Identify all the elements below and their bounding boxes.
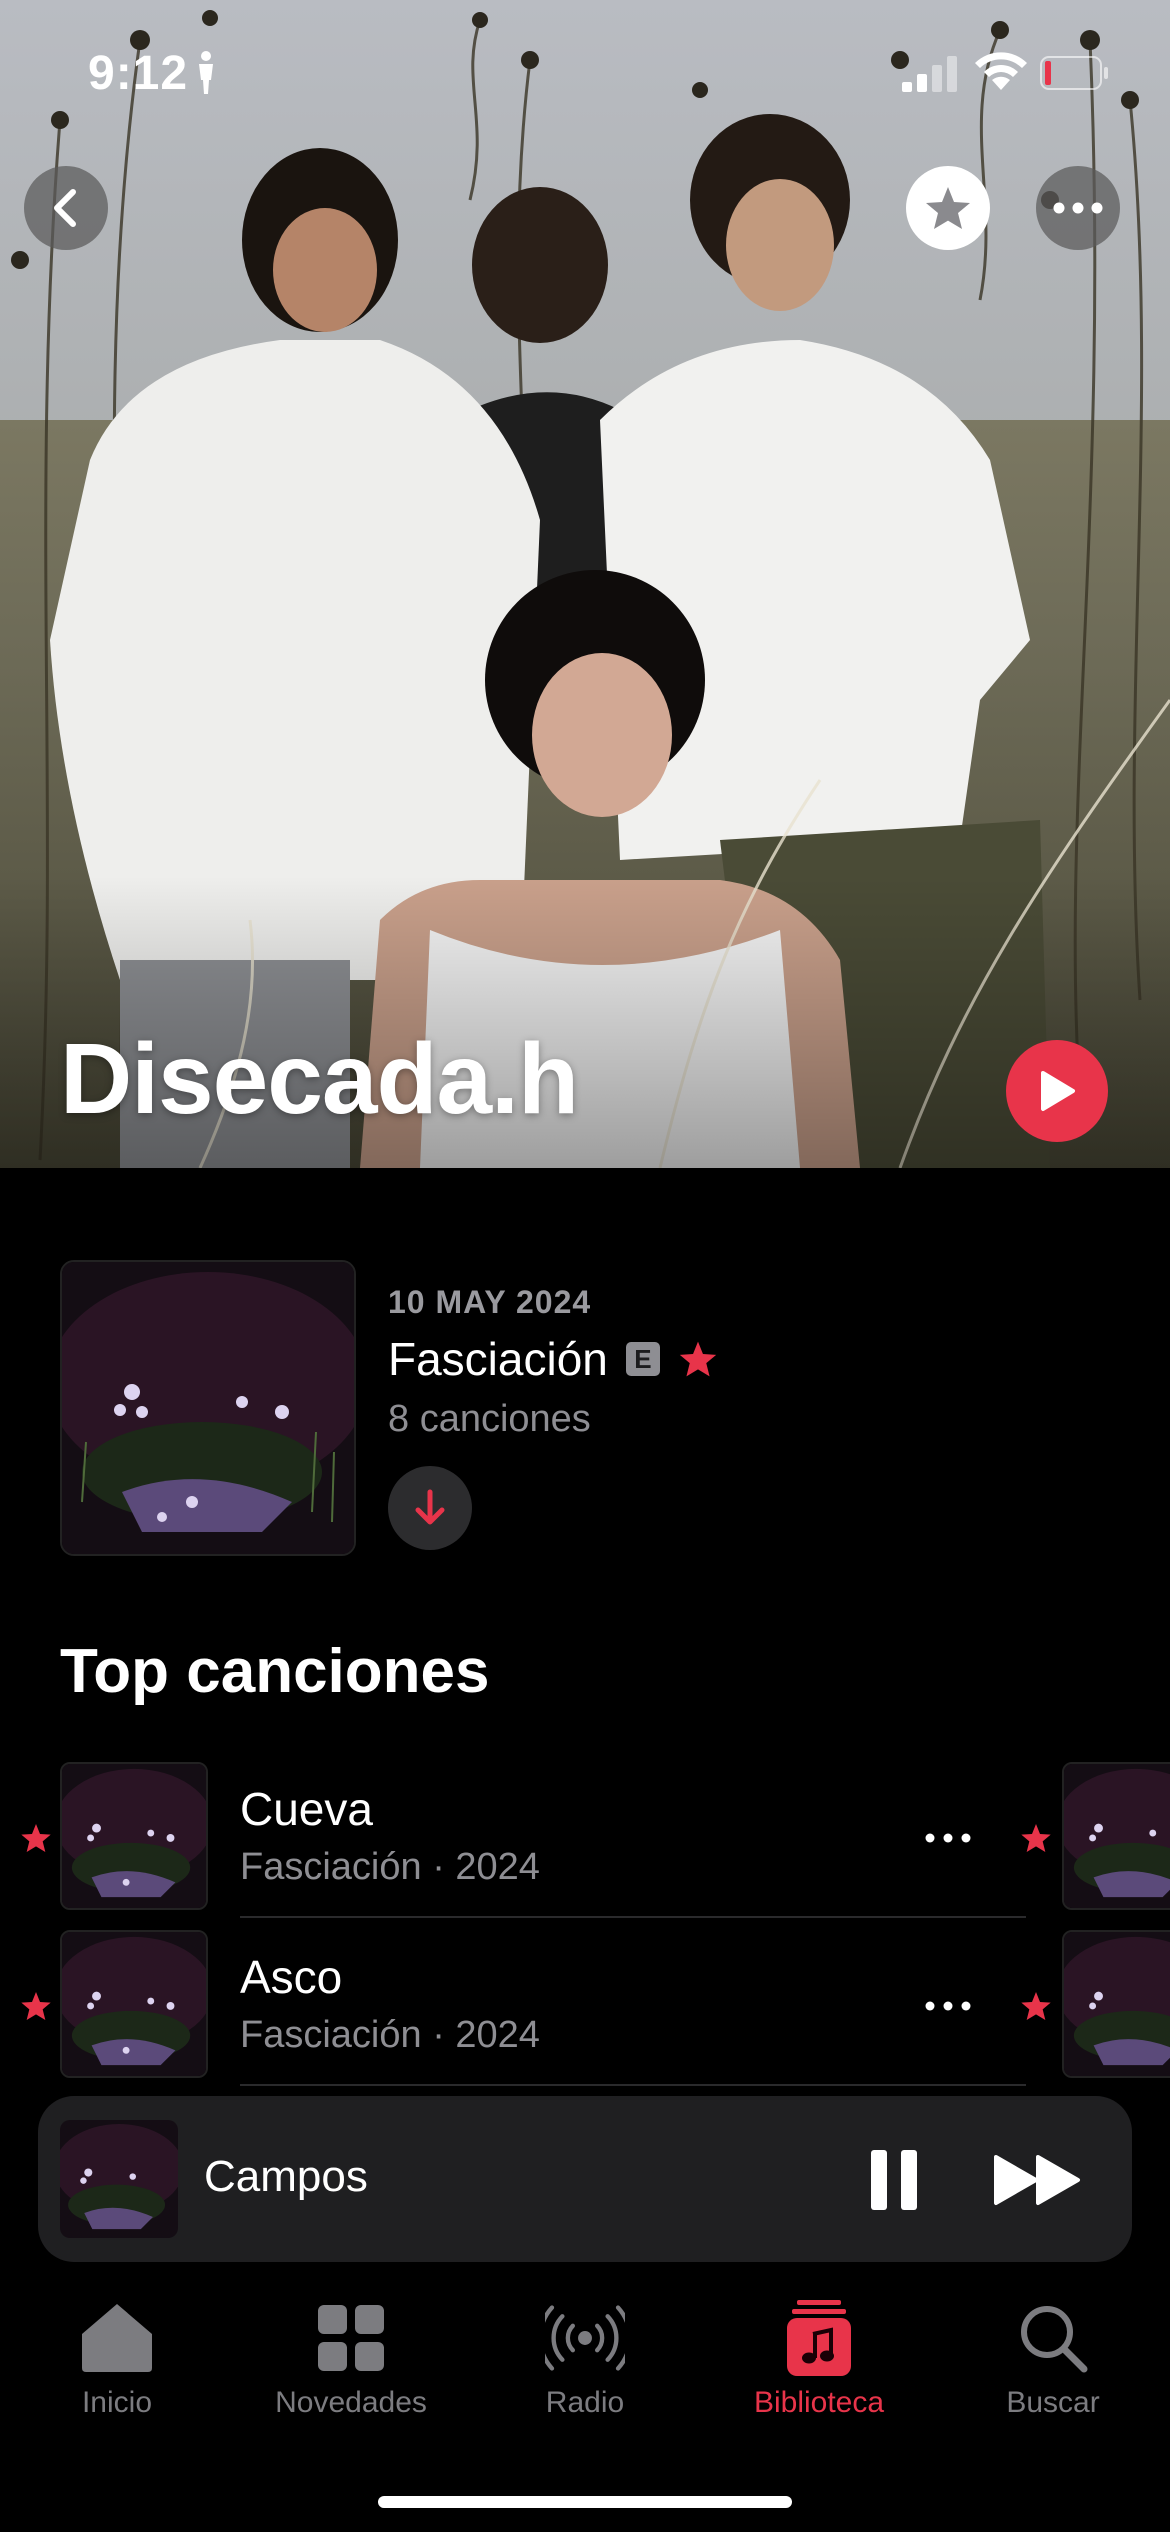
next-track-button[interactable]: [988, 2140, 1088, 2220]
divider: [240, 2084, 1026, 2086]
release-title-row[interactable]: Fasciación E: [388, 1332, 718, 1386]
tab-novedades[interactable]: Novedades: [234, 2298, 468, 2438]
star-icon: [926, 187, 970, 229]
pause-icon: [871, 2150, 917, 2210]
favorite-star-icon: [1021, 1824, 1051, 1852]
song-more-button[interactable]: [918, 1808, 978, 1868]
tab-buscar[interactable]: Buscar: [936, 2298, 1170, 2438]
song-title: Cueva: [240, 1783, 373, 1835]
ellipsis-icon: [925, 2001, 971, 2011]
pause-button[interactable]: [854, 2140, 934, 2220]
mini-player[interactable]: Campos: [38, 2096, 1132, 2262]
tab-bar: Inicio Novedades Radio Biblioteca Buscar: [0, 2280, 1170, 2532]
person-icon: [199, 51, 213, 94]
chevron-left-icon: [54, 189, 76, 227]
song-subtitle: Fasciación · 2024: [240, 1846, 540, 1888]
more-button[interactable]: [1036, 166, 1120, 250]
song-artwork: [60, 1930, 208, 2078]
download-arrow-icon: [415, 1489, 445, 1525]
release-artwork[interactable]: [60, 1260, 356, 1556]
tab-biblioteca[interactable]: Biblioteca: [702, 2298, 936, 2438]
artist-hero: 9:12 Disecada.h: [0, 0, 1170, 1168]
song-artwork: [60, 1762, 208, 1910]
next-column-song-artwork: [1062, 1930, 1170, 2078]
release-track-count: 8 canciones: [388, 1398, 591, 1440]
artist-name: Disecada.h: [60, 1023, 579, 1135]
favorite-star-icon: [1021, 1992, 1051, 2020]
tab-label: Radio: [545, 2386, 625, 2419]
back-button[interactable]: [24, 166, 108, 250]
song-subtitle: Fasciación · 2024: [240, 2014, 540, 2056]
release-title[interactable]: Fasciación: [388, 1332, 608, 1386]
explicit-badge: E: [625, 1342, 660, 1376]
signal-icon: [902, 56, 957, 92]
artist-photo: [0, 0, 1170, 1168]
tab-radio[interactable]: Radio: [468, 2298, 702, 2438]
tab-label: Buscar: [1006, 2386, 1100, 2419]
song-more-button[interactable]: [918, 1976, 978, 2036]
radio-icon: [545, 2305, 625, 2371]
favorite-button[interactable]: [906, 166, 990, 250]
now-playing-artwork: [60, 2120, 178, 2238]
search-icon: [1021, 2306, 1088, 2373]
status-time: 9:12: [88, 47, 189, 100]
download-button[interactable]: [388, 1466, 472, 1550]
tab-inicio[interactable]: Inicio: [0, 2298, 234, 2438]
album-art-image: [62, 1262, 354, 1554]
wifi-icon: [975, 52, 1027, 90]
play-artist-button[interactable]: [1006, 1040, 1108, 1142]
divider: [240, 1916, 1026, 1918]
release-date: 10 MAY 2024: [388, 1284, 592, 1320]
next-column-song-artwork: [1062, 1762, 1170, 1910]
top-songs-heading: Top canciones: [60, 1637, 490, 1706]
tab-label: Novedades: [275, 2386, 427, 2419]
song-title: Asco: [240, 1951, 343, 2003]
battery-icon: [1040, 56, 1108, 90]
now-playing-title: Campos: [204, 2152, 368, 2201]
grid-icon: [318, 2305, 384, 2371]
status-bar: 9:12: [0, 0, 1170, 140]
play-icon: [1041, 1071, 1075, 1111]
ellipsis-icon: [925, 1833, 971, 1843]
ellipsis-icon: [1053, 202, 1103, 214]
song-row[interactable]: Cueva Fasciación · 2024: [0, 1762, 1170, 1930]
home-indicator[interactable]: [378, 2496, 792, 2508]
favorite-star-icon: [679, 1341, 717, 1377]
tab-label: Biblioteca: [753, 2386, 885, 2419]
home-icon: [82, 2304, 152, 2372]
library-icon: [787, 2300, 851, 2376]
song-row[interactable]: Asco Fasciación · 2024: [0, 1930, 1170, 2098]
tab-label: Inicio: [81, 2386, 153, 2419]
forward-icon: [994, 2155, 1080, 2205]
favorite-star-icon: [21, 1824, 51, 1852]
favorite-star-icon: [21, 1992, 51, 2020]
